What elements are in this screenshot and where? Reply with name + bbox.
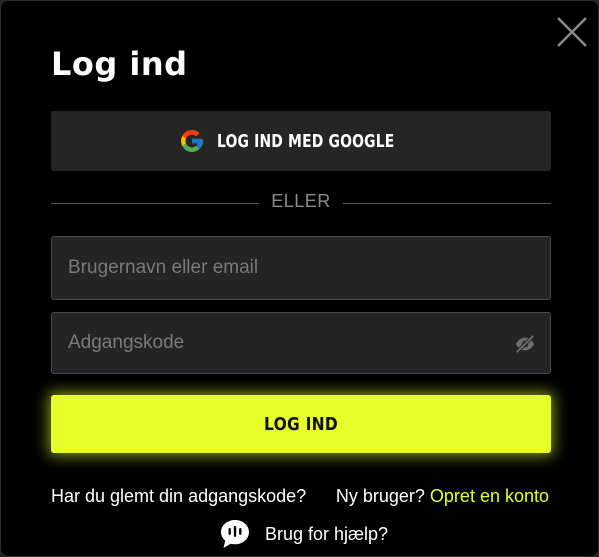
login-modal: Log ind LOG IND MED GOOGLE ELLER Brugern… (0, 0, 599, 557)
forgot-password-link[interactable]: Har du glemt din adgangskode? (51, 486, 306, 507)
login-button[interactable]: LOG IND (51, 395, 551, 453)
signup-question: Ny bruger? (335, 486, 425, 506)
signup-row: Ny bruger? Opret en konto (336, 486, 549, 507)
chat-bubble-icon (219, 518, 251, 550)
divider-line-right (343, 203, 551, 204)
password-input[interactable] (52, 313, 550, 373)
page-title: Log ind (51, 45, 188, 83)
password-field-wrapper (51, 312, 551, 374)
google-login-label: LOG IND MED GOOGLE (216, 130, 395, 152)
google-login-button[interactable]: LOG IND MED GOOGLE (51, 111, 551, 171)
google-icon (179, 128, 205, 154)
help-label: Brug for hjælp? (265, 523, 389, 544)
divider-text: ELLER (271, 191, 331, 211)
username-field-wrapper (51, 236, 551, 300)
eye-slash-icon[interactable] (514, 333, 536, 355)
login-button-label: LOG IND (264, 413, 338, 435)
username-input[interactable] (52, 237, 550, 299)
close-icon[interactable] (555, 15, 589, 49)
signup-link[interactable]: Opret en konto (430, 486, 549, 506)
or-divider: ELLER (51, 191, 551, 217)
help-button[interactable]: Brug for hjælp? (219, 517, 388, 551)
